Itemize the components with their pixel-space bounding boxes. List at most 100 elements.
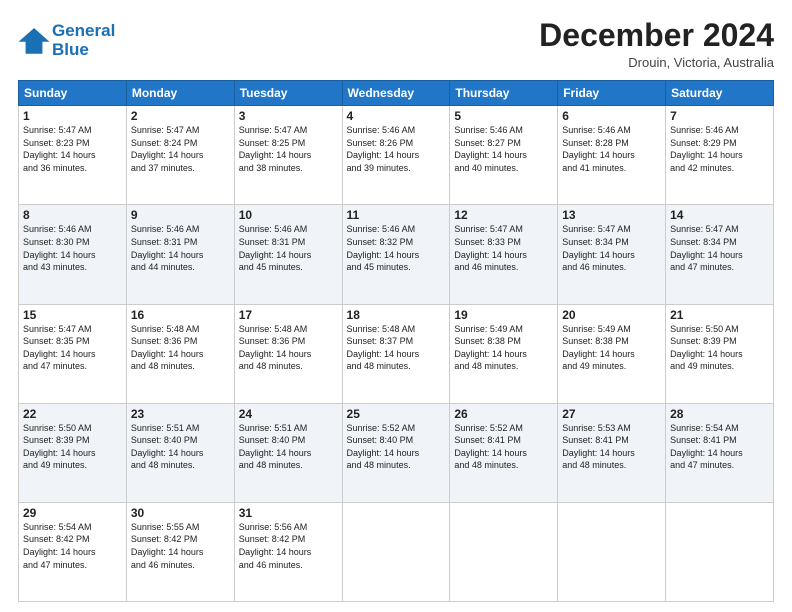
day-info: Sunrise: 5:51 AM Sunset: 8:40 PM Dayligh… [131,422,230,472]
day-info: Sunrise: 5:48 AM Sunset: 8:36 PM Dayligh… [239,323,338,373]
day-cell: 30Sunrise: 5:55 AM Sunset: 8:42 PM Dayli… [126,502,234,601]
logo-general: General [52,21,115,40]
weekday-header-sunday: Sunday [19,81,127,106]
day-cell: 3Sunrise: 5:47 AM Sunset: 8:25 PM Daylig… [234,106,342,205]
weekday-header-thursday: Thursday [450,81,558,106]
day-info: Sunrise: 5:46 AM Sunset: 8:31 PM Dayligh… [239,223,338,273]
day-info: Sunrise: 5:46 AM Sunset: 8:26 PM Dayligh… [347,124,446,174]
day-number: 11 [347,208,446,222]
day-cell: 2Sunrise: 5:47 AM Sunset: 8:24 PM Daylig… [126,106,234,205]
location: Drouin, Victoria, Australia [539,55,774,70]
day-cell [666,502,774,601]
day-number: 15 [23,308,122,322]
day-number: 18 [347,308,446,322]
day-number: 17 [239,308,338,322]
day-number: 22 [23,407,122,421]
week-row-2: 8Sunrise: 5:46 AM Sunset: 8:30 PM Daylig… [19,205,774,304]
day-number: 7 [670,109,769,123]
day-number: 6 [562,109,661,123]
day-number: 14 [670,208,769,222]
day-cell: 23Sunrise: 5:51 AM Sunset: 8:40 PM Dayli… [126,403,234,502]
header: General Blue December 2024 Drouin, Victo… [18,18,774,70]
logo-blue: Blue [52,40,89,59]
day-cell: 9Sunrise: 5:46 AM Sunset: 8:31 PM Daylig… [126,205,234,304]
week-row-5: 29Sunrise: 5:54 AM Sunset: 8:42 PM Dayli… [19,502,774,601]
day-cell: 1Sunrise: 5:47 AM Sunset: 8:23 PM Daylig… [19,106,127,205]
day-number: 23 [131,407,230,421]
day-number: 2 [131,109,230,123]
page: General Blue December 2024 Drouin, Victo… [0,0,792,612]
day-cell: 20Sunrise: 5:49 AM Sunset: 8:38 PM Dayli… [558,304,666,403]
day-info: Sunrise: 5:49 AM Sunset: 8:38 PM Dayligh… [562,323,661,373]
day-number: 31 [239,506,338,520]
day-info: Sunrise: 5:52 AM Sunset: 8:40 PM Dayligh… [347,422,446,472]
logo-text: General Blue [52,22,115,59]
logo-icon [18,27,50,55]
day-number: 25 [347,407,446,421]
day-cell: 5Sunrise: 5:46 AM Sunset: 8:27 PM Daylig… [450,106,558,205]
day-cell: 11Sunrise: 5:46 AM Sunset: 8:32 PM Dayli… [342,205,450,304]
month-title: December 2024 [539,18,774,53]
weekday-header-wednesday: Wednesday [342,81,450,106]
week-row-4: 22Sunrise: 5:50 AM Sunset: 8:39 PM Dayli… [19,403,774,502]
day-cell: 7Sunrise: 5:46 AM Sunset: 8:29 PM Daylig… [666,106,774,205]
weekday-header-monday: Monday [126,81,234,106]
day-number: 28 [670,407,769,421]
day-info: Sunrise: 5:48 AM Sunset: 8:36 PM Dayligh… [131,323,230,373]
day-number: 13 [562,208,661,222]
day-info: Sunrise: 5:47 AM Sunset: 8:33 PM Dayligh… [454,223,553,273]
day-cell: 19Sunrise: 5:49 AM Sunset: 8:38 PM Dayli… [450,304,558,403]
day-info: Sunrise: 5:46 AM Sunset: 8:28 PM Dayligh… [562,124,661,174]
day-info: Sunrise: 5:47 AM Sunset: 8:35 PM Dayligh… [23,323,122,373]
day-number: 4 [347,109,446,123]
day-info: Sunrise: 5:47 AM Sunset: 8:25 PM Dayligh… [239,124,338,174]
day-info: Sunrise: 5:46 AM Sunset: 8:29 PM Dayligh… [670,124,769,174]
day-number: 30 [131,506,230,520]
weekday-header-saturday: Saturday [666,81,774,106]
day-cell: 21Sunrise: 5:50 AM Sunset: 8:39 PM Dayli… [666,304,774,403]
day-cell: 15Sunrise: 5:47 AM Sunset: 8:35 PM Dayli… [19,304,127,403]
day-info: Sunrise: 5:47 AM Sunset: 8:34 PM Dayligh… [670,223,769,273]
day-number: 21 [670,308,769,322]
day-info: Sunrise: 5:46 AM Sunset: 8:31 PM Dayligh… [131,223,230,273]
day-number: 5 [454,109,553,123]
day-cell: 6Sunrise: 5:46 AM Sunset: 8:28 PM Daylig… [558,106,666,205]
day-info: Sunrise: 5:53 AM Sunset: 8:41 PM Dayligh… [562,422,661,472]
day-cell: 4Sunrise: 5:46 AM Sunset: 8:26 PM Daylig… [342,106,450,205]
day-cell: 27Sunrise: 5:53 AM Sunset: 8:41 PM Dayli… [558,403,666,502]
day-cell: 8Sunrise: 5:46 AM Sunset: 8:30 PM Daylig… [19,205,127,304]
day-number: 9 [131,208,230,222]
week-row-3: 15Sunrise: 5:47 AM Sunset: 8:35 PM Dayli… [19,304,774,403]
day-cell: 18Sunrise: 5:48 AM Sunset: 8:37 PM Dayli… [342,304,450,403]
day-cell: 31Sunrise: 5:56 AM Sunset: 8:42 PM Dayli… [234,502,342,601]
day-info: Sunrise: 5:56 AM Sunset: 8:42 PM Dayligh… [239,521,338,571]
day-info: Sunrise: 5:50 AM Sunset: 8:39 PM Dayligh… [23,422,122,472]
day-info: Sunrise: 5:50 AM Sunset: 8:39 PM Dayligh… [670,323,769,373]
day-cell: 29Sunrise: 5:54 AM Sunset: 8:42 PM Dayli… [19,502,127,601]
day-info: Sunrise: 5:51 AM Sunset: 8:40 PM Dayligh… [239,422,338,472]
day-number: 3 [239,109,338,123]
day-number: 12 [454,208,553,222]
day-cell: 14Sunrise: 5:47 AM Sunset: 8:34 PM Dayli… [666,205,774,304]
day-number: 16 [131,308,230,322]
day-info: Sunrise: 5:54 AM Sunset: 8:42 PM Dayligh… [23,521,122,571]
day-number: 24 [239,407,338,421]
day-info: Sunrise: 5:47 AM Sunset: 8:34 PM Dayligh… [562,223,661,273]
day-cell: 17Sunrise: 5:48 AM Sunset: 8:36 PM Dayli… [234,304,342,403]
calendar: SundayMondayTuesdayWednesdayThursdayFrid… [18,80,774,602]
day-info: Sunrise: 5:55 AM Sunset: 8:42 PM Dayligh… [131,521,230,571]
day-number: 29 [23,506,122,520]
logo: General Blue [18,22,115,59]
day-number: 1 [23,109,122,123]
day-cell: 24Sunrise: 5:51 AM Sunset: 8:40 PM Dayli… [234,403,342,502]
day-info: Sunrise: 5:49 AM Sunset: 8:38 PM Dayligh… [454,323,553,373]
weekday-header-friday: Friday [558,81,666,106]
day-cell: 13Sunrise: 5:47 AM Sunset: 8:34 PM Dayli… [558,205,666,304]
day-number: 20 [562,308,661,322]
day-number: 26 [454,407,553,421]
day-cell: 26Sunrise: 5:52 AM Sunset: 8:41 PM Dayli… [450,403,558,502]
day-info: Sunrise: 5:48 AM Sunset: 8:37 PM Dayligh… [347,323,446,373]
day-cell: 10Sunrise: 5:46 AM Sunset: 8:31 PM Dayli… [234,205,342,304]
day-cell: 22Sunrise: 5:50 AM Sunset: 8:39 PM Dayli… [19,403,127,502]
week-row-1: 1Sunrise: 5:47 AM Sunset: 8:23 PM Daylig… [19,106,774,205]
